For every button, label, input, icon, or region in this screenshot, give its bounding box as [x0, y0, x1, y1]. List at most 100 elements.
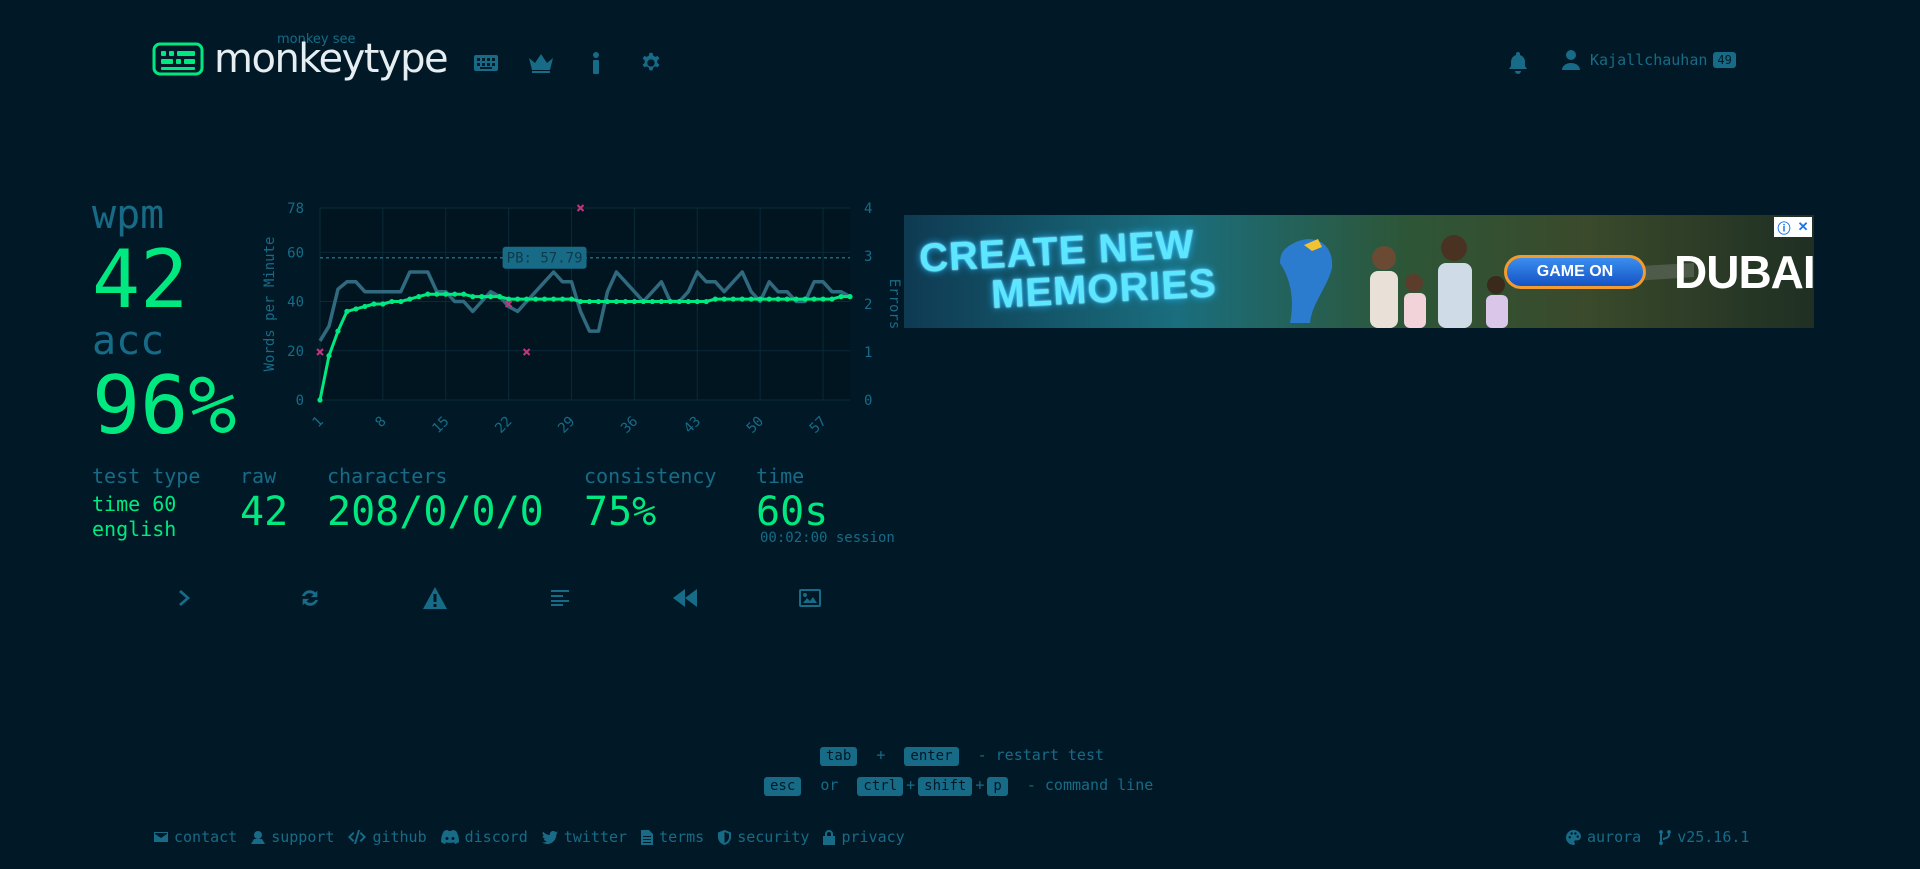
command-line-hint: esc or ctrl + shift + p - command line [764, 776, 1163, 796]
restart-hint-text: - restart test [977, 746, 1105, 764]
consistency-label: consistency [584, 464, 717, 488]
refresh-icon [301, 590, 319, 606]
characters-value: 208/0/0/0 [327, 489, 544, 535]
chart-point-wpm [739, 296, 745, 302]
info-icon[interactable] [583, 50, 609, 76]
chart-point-wpm [389, 298, 395, 305]
footer-security[interactable]: security [718, 828, 809, 846]
keyboard-icon[interactable] [473, 50, 499, 76]
chart-point-wpm [434, 291, 440, 297]
chart-point-wpm [452, 291, 458, 297]
ad-close-icon[interactable]: ✕ [1798, 219, 1809, 235]
chart-y-tick-label: 40 [287, 295, 304, 311]
footer-privacy[interactable]: privacy [823, 828, 905, 846]
chart-point-wpm [784, 296, 790, 302]
wpm-chart: 020406078012341 8 15 22 29 36 43 50 57Words per … [262, 201, 902, 437]
footer-links: contact support github discord twitter t… [154, 828, 919, 846]
wpm-label: wpm [92, 192, 165, 238]
chart-point-wpm [497, 294, 503, 300]
key-p: p [987, 777, 1008, 796]
chart-y-tick-label: 78 [287, 201, 304, 217]
chart-y-tick-label: 0 [296, 393, 304, 409]
report-button[interactable] [420, 584, 450, 612]
chart-point-wpm [829, 296, 835, 302]
chart-point-wpm [344, 308, 350, 314]
logo-title: monkeytype [214, 36, 449, 82]
align-left-icon [551, 590, 569, 606]
save-screenshot-button[interactable] [795, 584, 825, 612]
version-button[interactable]: v25.16.1 [1659, 828, 1749, 846]
acc-label: acc [92, 318, 165, 364]
key-shift: shift [918, 777, 973, 796]
chart-x-tick-label: 8 [372, 414, 389, 431]
raw-label: raw [240, 464, 277, 488]
crown-icon[interactable] [528, 50, 554, 76]
envelope-icon [154, 832, 168, 842]
chart-point-wpm [658, 298, 664, 305]
key-esc: esc [764, 777, 802, 796]
chart-point-wpm [380, 301, 386, 307]
ad-headline: CREATE NEW MEMORIES [918, 222, 1218, 318]
chart-point-wpm [748, 296, 754, 302]
chart-point-wpm [685, 298, 691, 305]
chart-point-wpm [425, 291, 431, 297]
chart-y2-tick-label: 1 [864, 345, 872, 361]
chart-point-wpm [757, 296, 763, 302]
bell-icon[interactable] [1506, 50, 1530, 74]
chart-point-wpm [649, 298, 655, 305]
acc-value: 96% [92, 359, 237, 452]
chart-point-wpm [550, 296, 557, 302]
chart-point-wpm [362, 303, 368, 310]
words-history-button[interactable] [545, 584, 575, 612]
chart-x-tick-label: 50 [744, 414, 767, 437]
warning-icon [423, 587, 447, 609]
chart-point-wpm [326, 353, 332, 359]
ad-choices[interactable]: ⓘ ✕ [1774, 217, 1812, 237]
raw-value: 42 [240, 489, 289, 535]
account-level-badge: 49 [1713, 52, 1736, 68]
footer-discord[interactable]: discord [440, 828, 528, 846]
replay-button[interactable] [670, 584, 700, 612]
chart-x-tick-label: 1 [310, 414, 327, 431]
footer-terms[interactable]: terms [641, 828, 704, 846]
logo[interactable]: monkey see monkeytype [152, 32, 464, 86]
chart-point-wpm [524, 296, 530, 302]
palette-icon [1566, 829, 1581, 845]
advertisement-banner[interactable]: CREATE NEW MEMORIES GAME ON DUBAI ⓘ ✕ [904, 215, 1814, 328]
chart-point-wpm [586, 298, 593, 305]
chart-point-wpm [595, 298, 602, 305]
user-icon [1562, 50, 1580, 70]
chart-point-wpm [515, 296, 521, 302]
footer-github[interactable]: github [348, 828, 427, 846]
chart-x-tick-label: 22 [492, 414, 515, 437]
chart-point-wpm [559, 296, 566, 302]
chart-point-wpm [541, 296, 548, 302]
theme-button[interactable]: aurora [1566, 828, 1641, 846]
consistency-value: 75% [584, 489, 657, 535]
keyboard-logo-icon [152, 42, 204, 76]
account-button[interactable]: Kajallchauhan 49 [1562, 50, 1736, 70]
footer-right: aurora v25.16.1 [1566, 828, 1767, 846]
chart-point-wpm [470, 294, 476, 300]
ad-cta-button[interactable]: GAME ON [1504, 255, 1646, 289]
chart-point-wpm [371, 301, 377, 307]
chart-point-wpm [604, 298, 611, 305]
chart-point-wpm [631, 298, 638, 305]
characters-label: characters [327, 464, 448, 488]
chart-point-wpm [398, 298, 404, 305]
chart-point-wpm [317, 397, 323, 403]
key-enter: enter [904, 747, 959, 766]
chevron-right-icon [179, 590, 190, 606]
footer-support[interactable]: support [251, 828, 334, 846]
restart-test-button[interactable] [295, 584, 325, 612]
ad-info-icon[interactable]: ⓘ [1778, 218, 1791, 237]
next-test-button[interactable] [170, 584, 200, 612]
gear-icon[interactable] [638, 50, 664, 76]
test-type-language: english [92, 517, 177, 541]
shield-icon [718, 829, 732, 845]
chart-point-wpm [802, 296, 808, 302]
footer-contact[interactable]: contact [154, 828, 237, 846]
footer-twitter[interactable]: twitter [541, 828, 627, 846]
chart-point-wpm [613, 298, 620, 305]
file-icon [641, 829, 654, 845]
